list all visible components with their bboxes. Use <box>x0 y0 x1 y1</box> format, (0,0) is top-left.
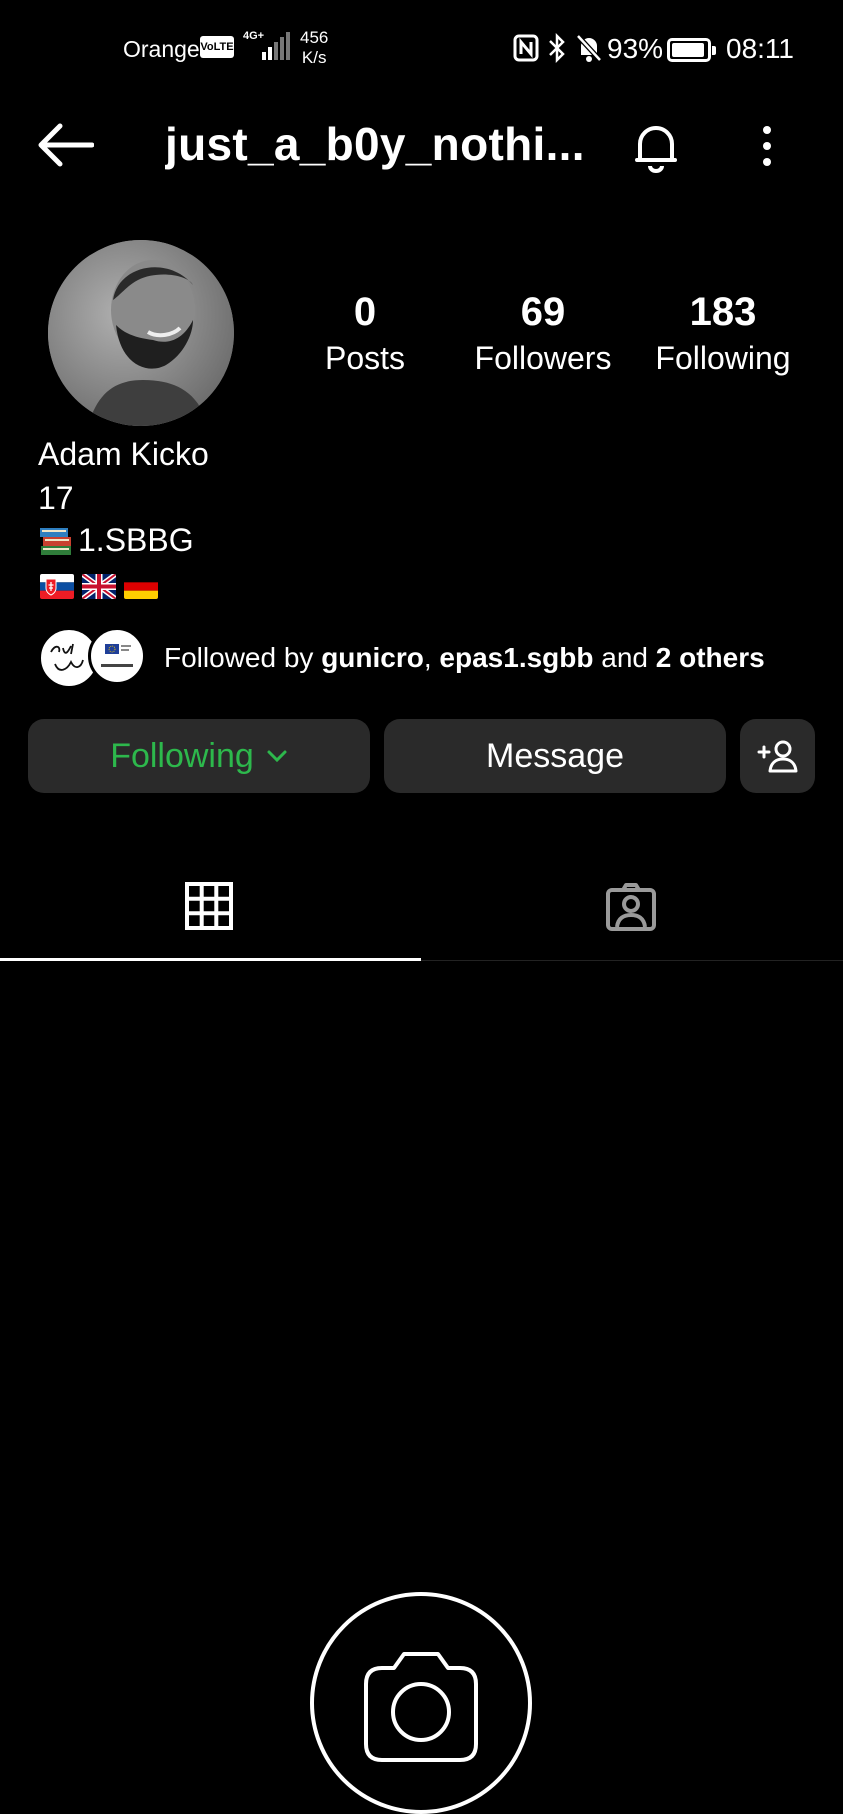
suggested-users-button[interactable] <box>740 719 815 793</box>
mutual-user-2[interactable]: epas1.sgbb <box>439 642 593 673</box>
profile-username: just_a_b0y_nothi... <box>165 118 585 170</box>
volte-badge: VoLTE <box>200 36 234 58</box>
bluetooth-icon <box>549 33 565 63</box>
following-button-label: Following <box>110 736 254 775</box>
following-count: 183 <box>689 290 757 334</box>
message-button-label: Message <box>486 736 624 775</box>
notification-bell-icon[interactable] <box>628 118 684 174</box>
followers-label: Followers <box>474 340 612 376</box>
books-icon <box>40 527 71 555</box>
followed-by-text[interactable]: Followed by gunicro, epas1.sgbb and 2 ot… <box>164 642 765 674</box>
mutual-others[interactable]: 2 others <box>656 642 765 673</box>
battery-percentage: 93% <box>607 33 664 64</box>
carrier-label: Orange <box>123 36 200 62</box>
following-button[interactable]: Following <box>28 719 370 793</box>
posts-grid-tab-icon[interactable] <box>185 882 233 930</box>
nfc-icon <box>513 34 539 62</box>
back-arrow-icon[interactable] <box>36 122 94 168</box>
followers-stat[interactable]: 69 Followers <box>468 290 618 378</box>
battery-icon <box>667 38 716 62</box>
following-stat[interactable]: 183 Following <box>648 290 798 378</box>
bio-school: 1.SBBG <box>38 522 194 559</box>
posts-label: Posts <box>324 340 406 376</box>
status-icons <box>513 33 603 63</box>
signal-icon <box>262 32 290 60</box>
network-type: 4G+ <box>243 30 265 42</box>
mutual-user-1[interactable]: gunicro <box>321 642 424 673</box>
camera-circle <box>310 1592 532 1814</box>
germany-flag-icon <box>124 574 158 599</box>
add-person-icon <box>757 740 797 773</box>
chevron-down-icon <box>267 750 287 763</box>
tab-divider <box>421 960 843 961</box>
message-button[interactable]: Message <box>384 719 726 793</box>
network-speed: 456 K/s <box>300 28 329 67</box>
camera-icon <box>364 1652 478 1762</box>
slovakia-flag-icon <box>40 574 74 599</box>
tagged-tab-icon[interactable] <box>605 882 657 932</box>
following-label: Following <box>655 340 791 376</box>
school-text: 1.SBBG <box>78 522 194 558</box>
mutual-follower-avatar-2[interactable] <box>88 627 146 685</box>
active-tab-indicator <box>0 958 421 961</box>
clock: 08:11 <box>726 33 794 64</box>
uk-flag-icon <box>82 574 116 599</box>
flags-row <box>40 574 158 600</box>
bio-age: 17 <box>38 480 74 516</box>
mute-bell-icon <box>576 34 602 62</box>
posts-stat: 0 Posts <box>310 290 420 378</box>
profile-name: Adam Kicko <box>38 436 209 472</box>
posts-count: 0 <box>353 290 377 334</box>
status-bar: Orange VoLTE 4G+ 456 K/s 93% 08:11 <box>0 0 843 100</box>
more-options-icon[interactable] <box>752 122 782 174</box>
followers-count: 69 <box>520 290 566 334</box>
profile-avatar[interactable] <box>48 240 234 426</box>
